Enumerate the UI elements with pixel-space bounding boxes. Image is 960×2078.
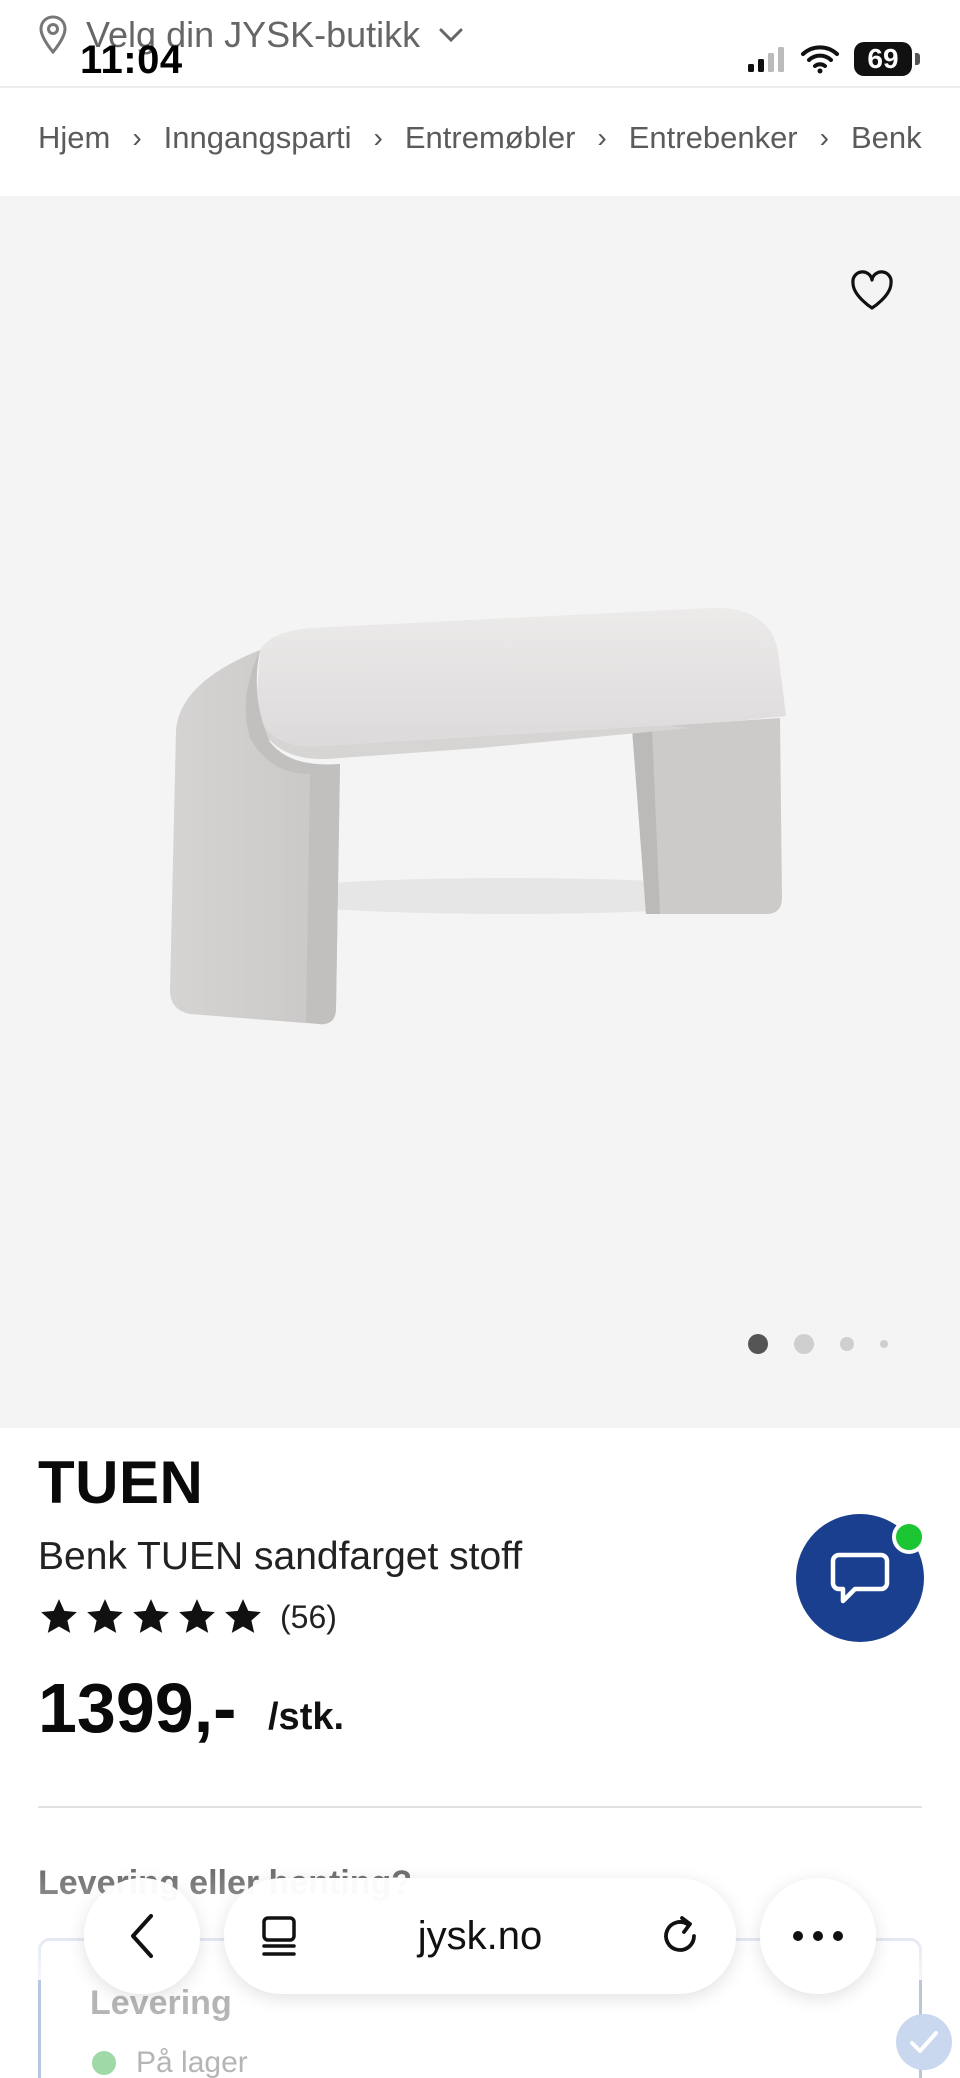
address-bar[interactable]: jysk.no bbox=[224, 1878, 736, 1994]
gallery-dot[interactable] bbox=[880, 1340, 888, 1348]
gallery-dot[interactable] bbox=[794, 1334, 814, 1354]
star-icon bbox=[133, 1599, 169, 1633]
gallery-dot-active[interactable] bbox=[748, 1334, 768, 1354]
product-image bbox=[170, 607, 786, 1025]
stock-status-label: På lager bbox=[136, 2046, 248, 2078]
chat-bubble-icon bbox=[830, 1552, 890, 1604]
top-bar: Velg din JYSK-butikk 11:04 69 bbox=[0, 0, 960, 88]
battery-icon: 69 bbox=[854, 42, 920, 76]
star-icon bbox=[225, 1599, 261, 1633]
status-time: 11:04 bbox=[80, 38, 183, 82]
stock-indicator-icon bbox=[92, 2051, 116, 2075]
stock-status: På lager bbox=[92, 2046, 248, 2078]
star-icon bbox=[179, 1599, 215, 1633]
reload-icon[interactable] bbox=[658, 1912, 702, 1958]
product-brand: TUEN bbox=[38, 1449, 204, 1516]
browser-more-button[interactable] bbox=[760, 1878, 876, 1994]
breadcrumb-separator-icon: › bbox=[819, 122, 829, 153]
chevron-left-icon bbox=[131, 1914, 153, 1958]
star-icon bbox=[87, 1599, 123, 1633]
heart-icon[interactable] bbox=[848, 266, 896, 314]
chat-button[interactable] bbox=[796, 1514, 926, 1642]
battery-level: 69 bbox=[854, 42, 912, 76]
browser-back-button[interactable] bbox=[84, 1878, 200, 1994]
breadcrumb-item-benk[interactable]: Benk bbox=[851, 120, 922, 156]
breadcrumb-item-entrebenker[interactable]: Entrebenker bbox=[629, 120, 798, 156]
browser-toolbar: jysk.no bbox=[84, 1878, 876, 1994]
rating-count[interactable]: (56) bbox=[280, 1599, 337, 1636]
product-price: 1399,- bbox=[38, 1669, 237, 1747]
breadcrumb-item-hjem[interactable]: Hjem bbox=[38, 120, 110, 156]
star-icon bbox=[41, 1599, 77, 1633]
signal-icon bbox=[748, 47, 784, 72]
breadcrumb: Hjem › Inngangsparti › Entremøbler › Ent… bbox=[38, 120, 924, 156]
breadcrumb-item-entremobler[interactable]: Entremøbler bbox=[405, 120, 576, 156]
product-gallery[interactable] bbox=[0, 196, 960, 1428]
more-dots-icon bbox=[793, 1931, 843, 1941]
chat-online-indicator bbox=[892, 1520, 926, 1554]
chevron-down-icon bbox=[439, 28, 463, 43]
product-name: Benk TUEN sandfarget stoff bbox=[38, 1535, 523, 1578]
section-divider bbox=[38, 1806, 922, 1808]
wifi-icon bbox=[801, 45, 839, 74]
checkmark-icon[interactable] bbox=[896, 2014, 952, 2070]
gallery-pagination[interactable] bbox=[748, 1334, 888, 1354]
price-unit: /stk. bbox=[268, 1696, 345, 1738]
gallery-dot[interactable] bbox=[840, 1337, 854, 1351]
breadcrumb-separator-icon: › bbox=[132, 122, 142, 153]
breadcrumb-separator-icon: › bbox=[373, 122, 383, 153]
breadcrumb-item-inngangsparti[interactable]: Inngangsparti bbox=[164, 120, 352, 156]
status-icons: 69 bbox=[746, 42, 920, 76]
product-rating[interactable]: (56) bbox=[38, 1596, 337, 1638]
location-pin-icon bbox=[39, 15, 67, 55]
breadcrumb-separator-icon: › bbox=[597, 122, 607, 153]
